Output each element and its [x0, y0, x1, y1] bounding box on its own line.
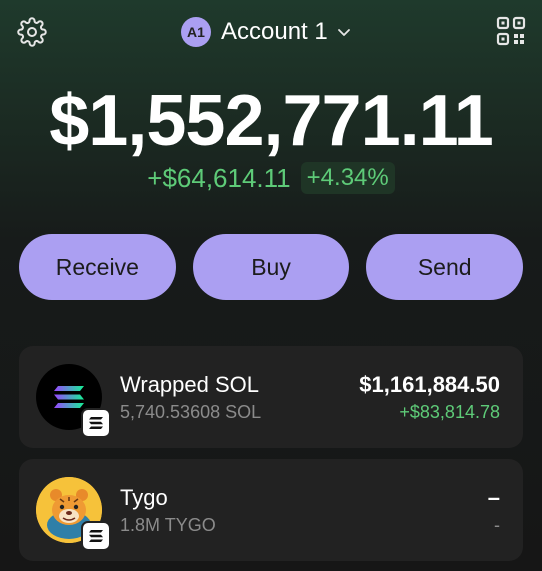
token-name: Tygo: [120, 485, 168, 510]
token-row-wrapped-sol[interactable]: Wrapped SOL 5,740.53608 SOL $1,161,884.5…: [19, 346, 523, 448]
account-selector[interactable]: A1 Account 1: [181, 16, 352, 48]
top-bar: A1 Account 1: [0, 0, 542, 64]
token-value: $1,161,884.50: [359, 372, 500, 397]
token-amount: 1.8M TYGO: [120, 515, 216, 535]
token-row-tygo[interactable]: Tygo 1.8M TYGO – -: [19, 459, 523, 561]
send-button[interactable]: Send: [366, 234, 524, 300]
buy-button[interactable]: Buy: [192, 234, 350, 300]
solana-chain-icon: [81, 521, 111, 551]
account-name: Account 1: [221, 18, 328, 45]
chevron-down-icon: [337, 29, 350, 36]
qr-code-icon[interactable]: [496, 16, 526, 46]
change-usd: +$64,614.11: [147, 162, 291, 193]
balance-change: +$64,614.11 +4.34%: [0, 162, 542, 194]
gear-icon[interactable]: [17, 17, 47, 47]
action-buttons: Receive Buy Send: [19, 234, 524, 300]
solana-chain-icon: [81, 408, 111, 438]
account-avatar: A1: [181, 17, 211, 47]
token-change: +$83,814.78: [399, 402, 500, 422]
token-value: –: [487, 485, 500, 510]
total-balance: $1,552,771.11: [49, 81, 493, 161]
token-change: -: [494, 515, 500, 535]
receive-button[interactable]: Receive: [19, 234, 176, 300]
token-name: Wrapped SOL: [120, 372, 260, 397]
change-percent-badge: +4.34%: [300, 162, 395, 194]
token-amount: 5,740.53608 SOL: [120, 402, 262, 422]
